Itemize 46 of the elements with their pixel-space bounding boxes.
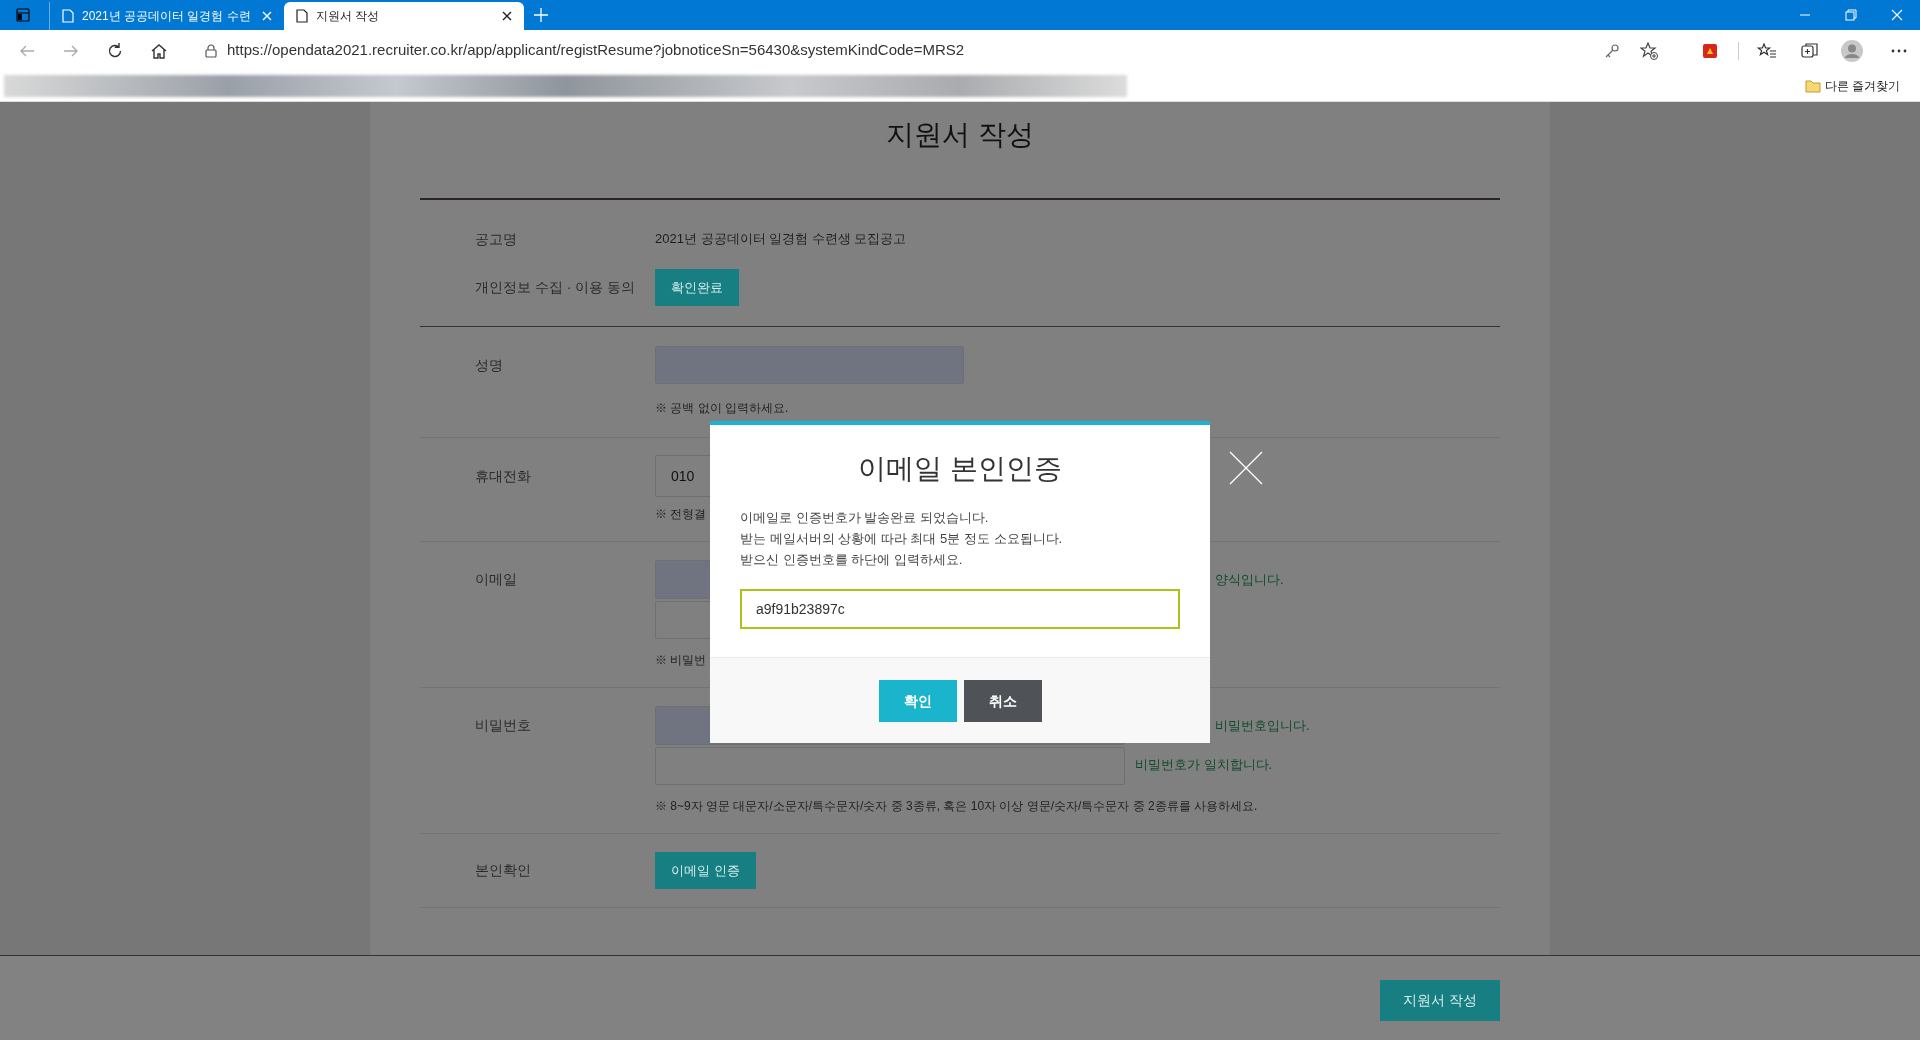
- key-icon[interactable]: [1604, 42, 1620, 59]
- new-tab-icon[interactable]: [534, 8, 548, 22]
- validation-message: 비밀번호가 일치합니다.: [1135, 755, 1273, 774]
- field-label: 이메일: [474, 570, 518, 589]
- tab-title: 지원서 작성: [316, 8, 381, 25]
- hint-text: ※ 비밀번: [655, 652, 707, 669]
- star-add-icon[interactable]: [1640, 41, 1658, 60]
- close-icon[interactable]: [502, 11, 512, 21]
- reload-icon[interactable]: [106, 41, 124, 60]
- code-input[interactable]: a9f91b23897c: [740, 589, 1180, 629]
- hint-text: ※ 공백 없이 입력하세요.: [655, 400, 789, 417]
- dialog-text: 받으신 인증번호를 하단에 입력하세요.: [740, 551, 964, 569]
- confirm-button[interactable]: 확인완료: [655, 269, 739, 306]
- tab-title: 2021년 공공데이터 일경험 수련: [82, 8, 252, 25]
- validation-message: 비밀번호입니다.: [1215, 716, 1310, 735]
- url-text: https://opendata2021.recruiter.co.kr/app/applicant/registResume?jobnoticeSn=56430&systemKindCode=MRS2: [227, 40, 965, 61]
- extension-icon[interactable]: [1702, 42, 1718, 59]
- field-label: 휴대전화: [474, 467, 532, 486]
- favorites-icon[interactable]: [1757, 41, 1777, 60]
- collections-icon[interactable]: [1801, 41, 1819, 60]
- browser-tab[interactable]: 지원서 작성: [284, 2, 524, 30]
- submit-button[interactable]: 지원서 작성: [1380, 980, 1500, 1021]
- validation-message: 양식입니다.: [1215, 570, 1284, 589]
- email-verify-button[interactable]: 이메일 인증: [655, 852, 756, 889]
- dialog-title: 이메일 본인인증: [858, 452, 1062, 486]
- lock-icon: [205, 43, 217, 58]
- avatar-icon[interactable]: [1841, 39, 1863, 62]
- cancel-button[interactable]: 취소: [963, 680, 1042, 722]
- home-icon[interactable]: [150, 41, 168, 60]
- hint-text: ※ 8~9자 영문 대문자/소문자/특수문자/숫자 중 3종류, 혹은 10자 이상 영문/숫자/특수문자 중 2종류를 사용하세요.: [655, 798, 1258, 815]
- field-label: 개인정보 수집 · 이용 동의: [474, 278, 637, 297]
- field-value: 2021년 공공데이터 일경험 수련생 모집공고: [655, 230, 907, 248]
- field-label: 비밀번호: [474, 716, 532, 735]
- hint-text: ※ 전형결: [655, 506, 707, 523]
- field-label: 공고명: [474, 230, 518, 249]
- folder-label: 다른 즐겨찾기: [1824, 78, 1900, 95]
- bookmark-folder[interactable]: 다른 즐겨찾기: [1800, 77, 1904, 95]
- page-icon: [296, 9, 308, 23]
- field-label: 본인확인: [474, 861, 532, 880]
- page-icon: [62, 9, 74, 23]
- page-title: 지원서 작성: [886, 118, 1034, 152]
- folder-icon: [1804, 79, 1821, 93]
- field-label: 성명: [474, 356, 504, 375]
- dialog-text: 받는 메일서버의 상황에 따라 최대 5분 정도 소요됩니다.: [740, 530, 1064, 548]
- tab-actions-icon[interactable]: [15, 7, 31, 23]
- dialog-text: 이메일로 인증번호가 발송완료 되었습니다.: [740, 509, 990, 527]
